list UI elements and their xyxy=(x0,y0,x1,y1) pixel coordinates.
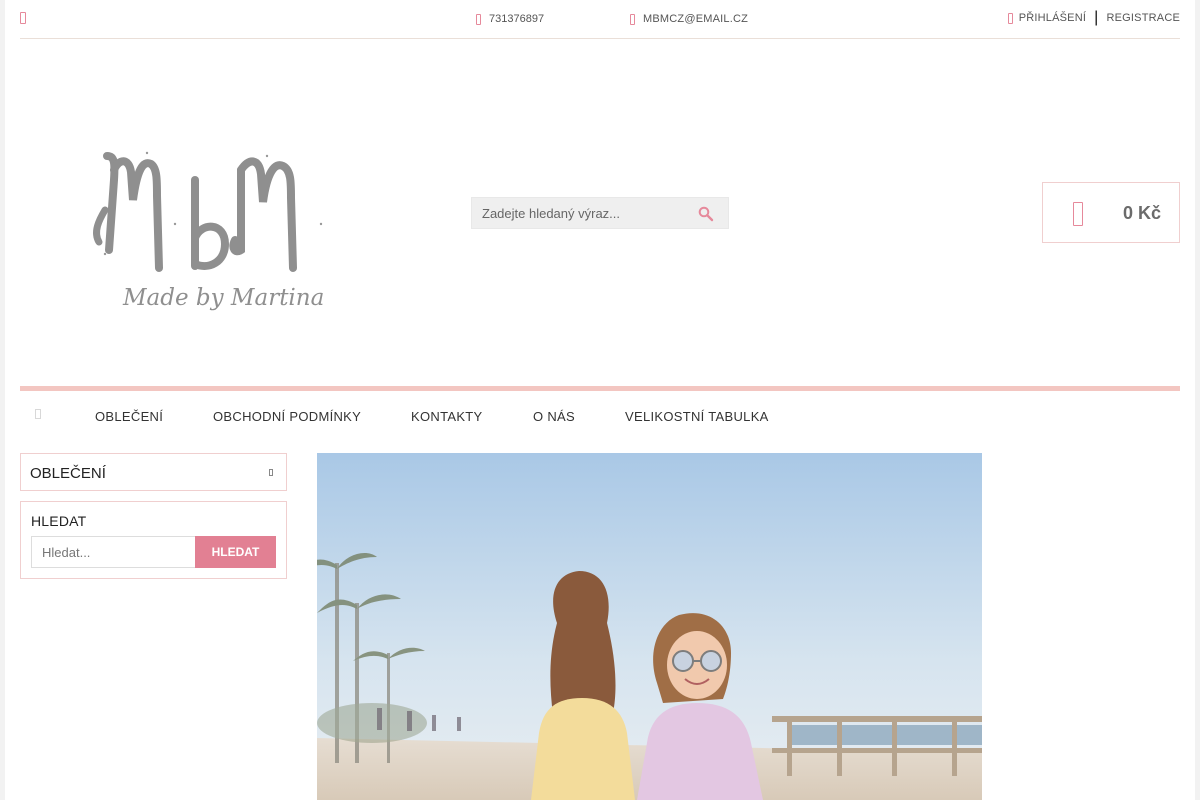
user-icon xyxy=(1007,12,1013,24)
cart-total: 0 Kč xyxy=(1122,203,1161,223)
nav-item-velikostni-tabulka[interactable]: VELIKOSTNÍ TABULKA xyxy=(625,409,769,424)
account-links: PŘIHLÁŠENÍ | REGISTRACE xyxy=(1007,9,1180,26)
menu-icon[interactable] xyxy=(20,12,26,24)
nav-item-obleceni[interactable]: OBLEČENÍ xyxy=(95,409,163,424)
main-nav: OBLEČENÍ OBCHODNÍ PODMÍNKY KONTAKTY O NÁ… xyxy=(20,391,1180,441)
separator: | xyxy=(1094,9,1099,26)
phone-contact: 731376897 xyxy=(476,13,544,25)
email-icon xyxy=(630,13,635,25)
search-icon[interactable] xyxy=(698,206,714,222)
phone-number: 731376897 xyxy=(489,13,545,25)
top-bar: 731376897 MBMCZ@EMAIL.CZ PŘIHLÁŠENÍ | RE… xyxy=(20,0,1180,39)
logo[interactable]: Made by Martina xyxy=(85,150,325,320)
nav-item-obchodni-podminky[interactable]: OBCHODNÍ PODMÍNKY xyxy=(213,409,361,424)
nav-item-o-nas[interactable]: O NÁS xyxy=(533,409,575,424)
category-dropdown[interactable]: OBLEČENÍ xyxy=(20,453,287,491)
hero-banner-image[interactable] xyxy=(317,453,982,800)
chevron-right-icon xyxy=(269,469,273,476)
logo-mark: Made by Martina xyxy=(93,151,324,311)
category-label: OBLEČENÍ xyxy=(30,465,106,482)
header-search xyxy=(471,197,729,229)
email-contact: MBMCZ@EMAIL.CZ xyxy=(630,13,748,25)
cart-widget[interactable]: 0 Kč xyxy=(1042,182,1180,243)
hero-photo xyxy=(317,453,982,800)
sidebar-search-title: HLEDAT xyxy=(31,513,87,529)
nav-item-kontakty[interactable]: KONTAKTY xyxy=(411,409,483,424)
sidebar-search-input[interactable] xyxy=(31,536,196,568)
home-icon[interactable] xyxy=(35,409,41,419)
logo-subtitle: Made by Martina xyxy=(122,285,324,311)
register-link[interactable]: REGISTRACE xyxy=(1106,12,1180,24)
phone-icon xyxy=(476,13,481,25)
sidebar-search-button[interactable]: HLEDAT xyxy=(195,536,276,568)
header-search-input[interactable] xyxy=(472,198,682,228)
page: 731376897 MBMCZ@EMAIL.CZ PŘIHLÁŠENÍ | RE… xyxy=(5,0,1195,800)
login-link[interactable]: PŘIHLÁŠENÍ xyxy=(1019,12,1086,24)
sidebar-search: HLEDAT HLEDAT xyxy=(20,501,287,579)
email-address[interactable]: MBMCZ@EMAIL.CZ xyxy=(643,13,748,25)
cart-icon xyxy=(1073,202,1083,226)
